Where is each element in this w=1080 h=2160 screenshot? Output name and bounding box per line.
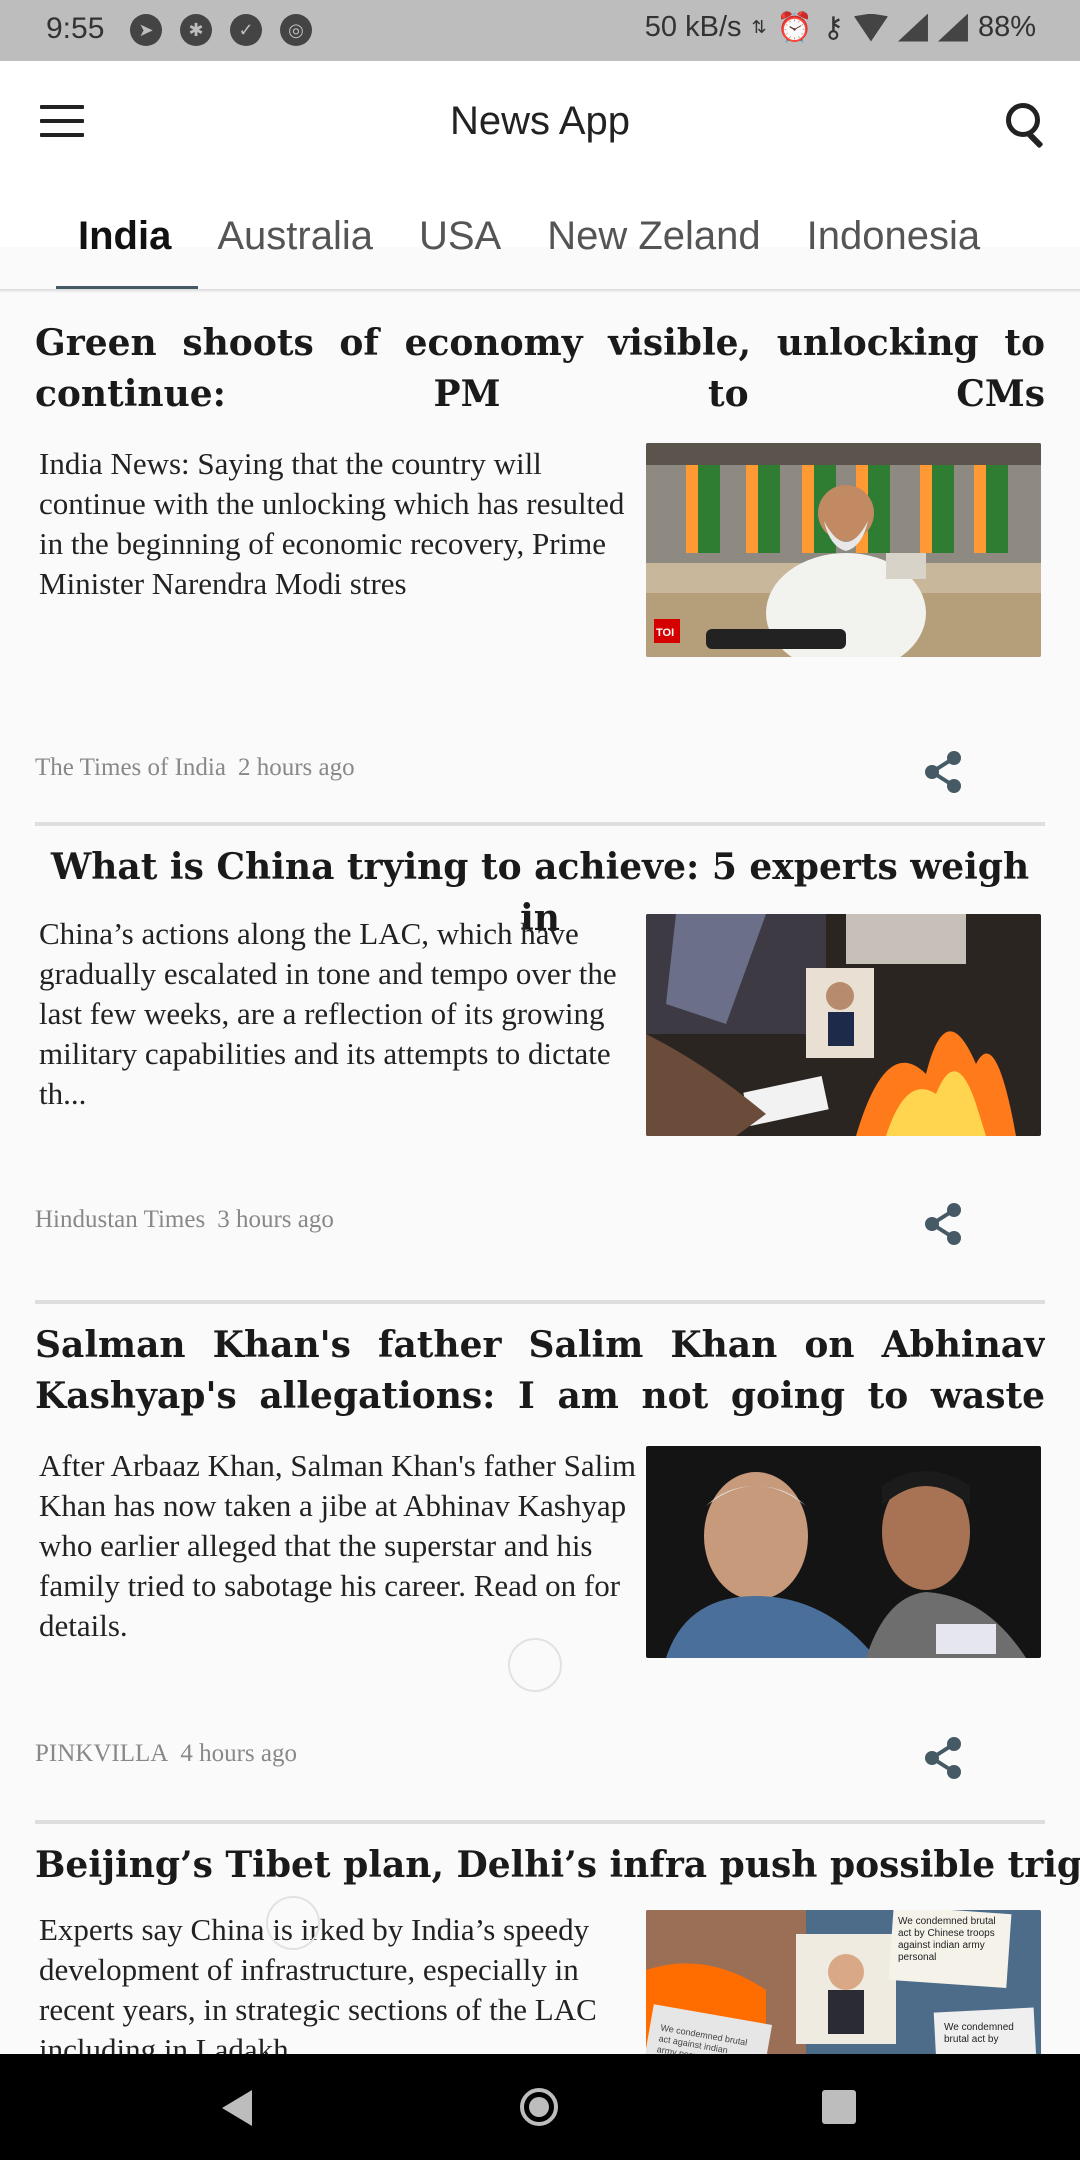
protest-sign-text: We condemned brutal act by <box>944 2022 1014 2045</box>
touch-ripple <box>266 1896 320 1950</box>
article-description: Experts say China is irked by India’s sp… <box>39 1912 597 2054</box>
status-time: 9:55 <box>46 12 105 45</box>
article-time: 3 hours ago <box>217 1206 334 1233</box>
app-bar-shadow <box>0 289 1080 293</box>
article-headline[interactable]: Beijing’s Tibet plan, Delhi’s infra push… <box>35 1840 1080 1891</box>
vpn-icon: ◎ <box>280 14 312 46</box>
article-source: Hindustan Times <box>35 1206 206 1233</box>
share-icon[interactable] <box>919 1200 967 1248</box>
key-icon: ⚷ <box>822 12 844 44</box>
article-headline[interactable]: Salman Khan's father Salim Khan on Abhin… <box>35 1320 1045 1422</box>
protest-sign-text: We condemned brutal act by Chinese troop… <box>898 1916 996 1963</box>
status-left-icons: ➤ ✱ ✓ ◎ <box>130 14 312 46</box>
share-icon[interactable] <box>919 1734 967 1782</box>
status-right: 50 kB/s ⇅ ⏰ ⚷ 88% <box>645 10 1036 45</box>
article-source: PINKVILLA <box>35 1740 169 1767</box>
system-nav-bar <box>0 2054 1080 2160</box>
article-description: China’s actions along the LAC, which hav… <box>39 916 617 1111</box>
article-divider <box>35 1820 1045 1824</box>
share-icon[interactable] <box>919 748 967 796</box>
telegram-icon: ➤ <box>130 14 162 46</box>
source-badge: TOI <box>656 627 675 639</box>
article-time: 4 hours ago <box>180 1740 297 1767</box>
article-divider <box>35 822 1045 826</box>
protest-fire-photo <box>646 914 1041 1136</box>
news-feed[interactable]: Green shoots of economy visible, unlocki… <box>0 294 1080 2054</box>
article-meta: The Times of India 2 hours ago <box>35 754 355 782</box>
article-meta: Hindustan Times 3 hours ago <box>35 1206 334 1234</box>
alarm-icon: ⏰ <box>776 11 813 44</box>
back-button[interactable] <box>222 2090 252 2126</box>
article-card[interactable]: Beijing’s Tibet plan, Delhi’s infra push… <box>35 1840 1080 2054</box>
home-button[interactable] <box>520 2088 558 2126</box>
salim-salman-photo <box>646 1446 1041 1658</box>
article-headline[interactable]: Green shoots of economy visible, unlocki… <box>35 318 1045 420</box>
network-speed: 50 kB/s <box>644 11 742 43</box>
article-meta: PINKVILLA 4 hours ago <box>35 1740 297 1768</box>
app-title: News App <box>449 99 631 143</box>
signal-icon <box>897 13 928 42</box>
article-image[interactable]: TOI <box>646 443 1041 657</box>
article-time: 2 hours ago <box>237 754 355 781</box>
shield-icon: ✓ <box>230 14 262 46</box>
search-icon[interactable] <box>1002 101 1050 149</box>
article-image[interactable]: We condemned brutal act by Chinese troop… <box>646 1910 1041 2054</box>
article-image[interactable] <box>646 1446 1041 1658</box>
wifi-icon <box>853 13 888 42</box>
modi-photo <box>646 443 1041 657</box>
signal-2-icon <box>937 13 968 42</box>
article-card[interactable]: What is China trying to achieve: 5 exper… <box>35 842 1045 1292</box>
status-bar: 9:55 ➤ ✱ ✓ ◎ 50 kB/s ⇅ ⏰ ⚷ 88% <box>0 0 1080 61</box>
article-headline-text: Salman Khan's father Salim Khan on Abhin… <box>35 1324 1045 1417</box>
settings-icon: ✱ <box>180 14 212 46</box>
article-divider <box>35 1300 1045 1304</box>
article-image[interactable] <box>646 914 1041 1136</box>
article-card[interactable]: Salman Khan's father Salim Khan on Abhin… <box>35 1320 1045 1820</box>
article-description: After Arbaaz Khan, Salman Khan's father … <box>39 1448 636 1643</box>
article-source: The Times of India <box>35 754 226 781</box>
battery-level: 88% <box>977 11 1036 43</box>
article-description: India News: Saying that the country will… <box>39 446 625 601</box>
article-card[interactable]: Green shoots of economy visible, unlocki… <box>35 318 1045 818</box>
recent-apps-button[interactable] <box>822 2090 856 2124</box>
touch-ripple <box>508 1638 562 1692</box>
data-arrows-icon: ⇅ <box>751 17 767 37</box>
